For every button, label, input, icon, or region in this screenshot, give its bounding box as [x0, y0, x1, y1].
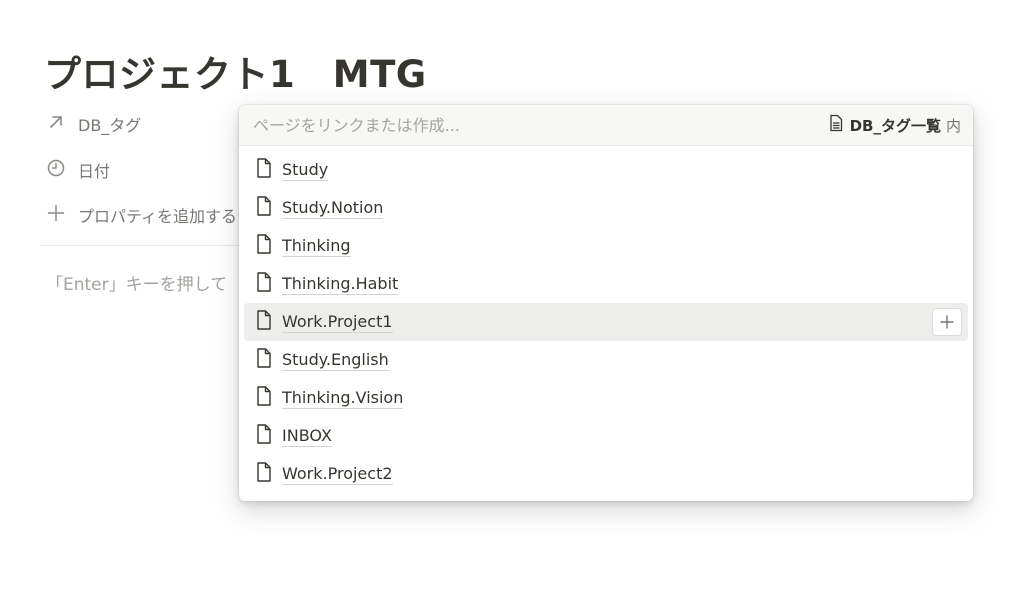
database-selector[interactable]: DB_タグ一覧 内	[827, 114, 961, 136]
relation-arrow-icon	[46, 112, 66, 136]
clock-icon	[46, 158, 66, 182]
list-item[interactable]: Work.Project2	[244, 455, 968, 493]
list-item[interactable]: Thinking	[244, 227, 968, 265]
property-db-tag[interactable]: DB_タグ	[46, 110, 141, 138]
list-item-label: Study.English	[282, 349, 389, 371]
page-title[interactable]: プロジェクト1 MTG	[44, 44, 427, 98]
list-item[interactable]: INBOX	[244, 417, 968, 455]
add-property-label: プロパティを追加する	[78, 207, 238, 226]
add-property-button[interactable]: プロパティを追加する	[46, 201, 237, 229]
list-item[interactable]: Thinking.Vision	[244, 379, 968, 417]
list-item-label: Study	[282, 159, 329, 181]
list-item-label: Work.Project2	[282, 463, 393, 485]
database-suffix: 内	[945, 116, 961, 135]
property-date[interactable]: 日付	[46, 156, 110, 184]
list-item-label: Work.Project1	[282, 311, 393, 333]
page-icon	[254, 461, 274, 487]
plus-icon	[940, 315, 954, 329]
search-input[interactable]	[251, 114, 827, 136]
page-list: Study Study.Notion Thinking Thinking.Hab…	[239, 146, 973, 493]
list-item-selected[interactable]: Work.Project1	[244, 303, 968, 341]
page-icon	[254, 233, 274, 259]
link-page-popup: DB_タグ一覧 内 Study Study.Notion Thinking Th…	[239, 105, 973, 501]
page-icon	[254, 271, 274, 297]
list-item-label: Thinking	[282, 235, 351, 257]
add-relation-button[interactable]	[932, 308, 962, 336]
list-item[interactable]: Study.Notion	[244, 189, 968, 227]
list-item[interactable]: Thinking.Habit	[244, 265, 968, 303]
property-label: DB_タグ	[78, 116, 142, 135]
page-icon	[254, 385, 274, 411]
list-item-label: Study.Notion	[282, 197, 384, 219]
list-item-label: INBOX	[282, 425, 332, 447]
page-icon	[254, 309, 274, 335]
editor-placeholder[interactable]: 「Enter」キーを押して	[46, 270, 227, 295]
plus-icon	[46, 203, 66, 227]
list-item[interactable]: Study.English	[244, 341, 968, 379]
database-name: DB_タグ一覧	[849, 116, 941, 135]
property-label: 日付	[78, 162, 111, 181]
popup-header: DB_タグ一覧 内	[239, 105, 973, 146]
page-icon	[254, 157, 274, 183]
page-text-icon	[827, 114, 845, 136]
page-icon	[254, 347, 274, 373]
divider	[40, 245, 240, 246]
list-item-label: Thinking.Habit	[282, 273, 399, 295]
list-item[interactable]: Study	[244, 151, 968, 189]
list-item-label: Thinking.Vision	[282, 387, 404, 409]
page-icon	[254, 423, 274, 449]
page-icon	[254, 195, 274, 221]
